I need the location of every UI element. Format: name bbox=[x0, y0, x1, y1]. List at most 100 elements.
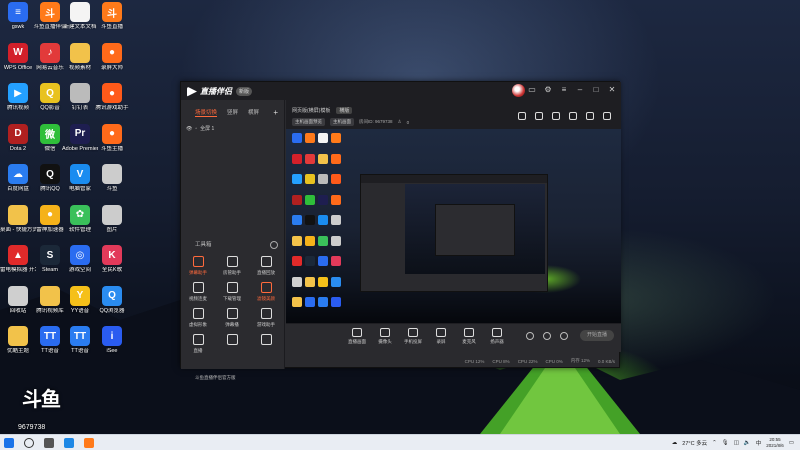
add-scene-icon[interactable]: + bbox=[273, 108, 278, 117]
tool-icon bbox=[260, 282, 272, 293]
tool-item[interactable]: 房管助手 bbox=[215, 256, 249, 276]
desktop-icon[interactable]: ● 腾讯游戏助手 bbox=[94, 83, 130, 121]
eye-icon[interactable]: 👁 bbox=[186, 126, 192, 132]
desktop-icon[interactable]: 图片 bbox=[94, 204, 130, 243]
tab-vertical[interactable]: 竖屏 bbox=[227, 108, 238, 117]
source-control[interactable]: 扬声器 bbox=[483, 328, 511, 345]
taskbar-app-icon[interactable] bbox=[64, 438, 74, 448]
record-icon[interactable] bbox=[526, 332, 534, 340]
desktop-icon[interactable]: ◎ 游戏空间 bbox=[62, 245, 98, 283]
desktop-icon[interactable]: ● 录屏大师 bbox=[94, 42, 130, 81]
search-icon[interactable] bbox=[24, 438, 34, 448]
preview-tab-horizontal[interactable]: 横版 bbox=[336, 107, 353, 114]
tool-label: 下载管理 bbox=[223, 296, 241, 301]
weather-text[interactable]: 27°C 多云 bbox=[682, 439, 707, 447]
chevron-up-icon[interactable]: ⌃ bbox=[712, 440, 717, 446]
share-icon[interactable] bbox=[603, 112, 611, 120]
lock-icon[interactable]: ▫ bbox=[195, 126, 197, 132]
gear-icon[interactable] bbox=[560, 332, 568, 340]
desktop-icon[interactable]: ● 斗鱼主播 bbox=[94, 123, 130, 162]
desktop-icon[interactable]: 视频素材 bbox=[62, 42, 98, 81]
settings-icon[interactable]: ⚙ bbox=[543, 85, 553, 95]
desktop-icon[interactable]: Y YY语音 bbox=[62, 285, 98, 324]
tool-item[interactable]: 虚拟形象 bbox=[181, 308, 215, 328]
tab-scene-switch[interactable]: 场景切换 bbox=[195, 108, 218, 117]
tool-item[interactable]: 弹幕助手 bbox=[181, 256, 215, 276]
message-icon[interactable]: ▭ bbox=[527, 85, 537, 95]
desktop-icon[interactable]: ☁ 百度网盘 bbox=[0, 164, 36, 202]
scene-item[interactable]: 👁 ▫ 全屏 1 bbox=[181, 117, 284, 133]
tool-item[interactable]: 滤镜美颜 bbox=[249, 282, 283, 302]
task-view-icon[interactable] bbox=[44, 438, 54, 448]
tool-item[interactable]: 游戏助手 bbox=[249, 308, 283, 328]
tool-item[interactable]: 直播回放 bbox=[249, 256, 283, 276]
tool-label: 弹幕助手 bbox=[189, 270, 207, 275]
network-icon[interactable]: ◫ bbox=[734, 440, 739, 446]
desktop-icon[interactable]: D Dota 2 bbox=[0, 123, 36, 162]
desktop-app-icon: ♪ bbox=[40, 42, 60, 63]
preview-desktop-icon bbox=[318, 297, 328, 307]
desktop-icon[interactable]: Pr Adobe Premiere bbox=[62, 123, 98, 162]
desktop-icon[interactable]: ✿ 软件管理 bbox=[62, 204, 98, 243]
desktop-icon[interactable]: 新建文本文档 bbox=[62, 2, 98, 40]
desktop-icon[interactable]: K 全民K歌 bbox=[94, 245, 130, 283]
tool-item[interactable]: 下载管理 bbox=[215, 282, 249, 302]
desktop-icon[interactable]: 斗斗鱼直播 bbox=[94, 2, 130, 40]
mic-icon[interactable]: 🎙 bbox=[722, 440, 729, 446]
desktop-icon[interactable]: 回收站 bbox=[0, 285, 36, 324]
preview-desktop-icon bbox=[305, 133, 315, 143]
desktop-icon-label: 斗鱼直播 bbox=[100, 24, 123, 30]
desktop-icon[interactable]: Q QQ浏览器 bbox=[94, 285, 130, 324]
collapse-icon[interactable] bbox=[270, 241, 278, 249]
menu-icon[interactable]: ≡ bbox=[559, 85, 569, 95]
preview-tab-template[interactable]: 网页版(横屏)模板 bbox=[292, 107, 330, 114]
tab-horizontal[interactable]: 横屏 bbox=[248, 108, 259, 117]
tool-item[interactable] bbox=[215, 334, 249, 354]
desktop-app-icon: 斗 bbox=[102, 2, 122, 22]
live-preview[interactable]: 斗鱼 bbox=[286, 129, 621, 323]
tool-label: 直播回放 bbox=[257, 270, 275, 275]
tool-item[interactable]: 弹幕播 bbox=[215, 308, 249, 328]
start-live-button[interactable]: 开始直播 bbox=[580, 330, 614, 341]
desktop-icon[interactable]: ▶ 腾讯视频 bbox=[0, 83, 36, 121]
desktop-icon-label: QQ浏览器 bbox=[99, 307, 125, 314]
user-avatar[interactable] bbox=[512, 84, 525, 97]
start-icon[interactable] bbox=[4, 438, 14, 448]
desktop-icon[interactable]: TT TT语音 bbox=[62, 326, 98, 364]
desktop-icon[interactable]: 优酷主题 bbox=[0, 326, 36, 364]
ime-icon[interactable]: 中 bbox=[756, 439, 762, 447]
desktop-icon[interactable]: 桌面 - 快捷方式 bbox=[0, 204, 36, 243]
room-host-label[interactable]: 主机画面 bbox=[330, 118, 354, 126]
eye-setting-icon[interactable] bbox=[543, 332, 551, 340]
taskbar-douyu-icon[interactable] bbox=[84, 438, 94, 448]
source-control[interactable]: 摄像头 bbox=[371, 328, 399, 345]
desktop-icon[interactable]: ▲ 雷电模拟器 开发平台 bbox=[0, 245, 36, 283]
desktop-icon[interactable]: V 电脑管家 bbox=[62, 164, 98, 202]
tool-item[interactable]: 视频连麦 bbox=[181, 282, 215, 302]
tool-item[interactable] bbox=[249, 334, 283, 354]
desktop-icon[interactable]: i iSee bbox=[94, 326, 130, 364]
tool-item[interactable]: 直播 bbox=[181, 334, 215, 354]
source-control[interactable]: 麦克风 bbox=[455, 328, 483, 345]
title-bar[interactable]: 直播伴侣 新版 ▭ ⚙ ≡ – □ ✕ bbox=[181, 82, 621, 100]
crop-icon[interactable] bbox=[552, 112, 560, 120]
desktop-icon[interactable]: W WPS Office bbox=[0, 42, 36, 81]
layout-icon[interactable] bbox=[518, 112, 526, 120]
clock[interactable]: 20:55 2021/8/6 bbox=[766, 437, 784, 448]
desktop-icon[interactable]: ≡ gswk bbox=[0, 2, 36, 40]
source-control[interactable]: 直播画面 bbox=[343, 328, 371, 345]
room-preview-label[interactable]: 主机画面预览 bbox=[292, 118, 325, 126]
pin-icon[interactable] bbox=[586, 112, 594, 120]
volume-icon[interactable]: 🔈 bbox=[744, 440, 751, 446]
grid-icon[interactable] bbox=[535, 112, 543, 120]
desktop-icon[interactable]: 斗鱼 bbox=[94, 164, 130, 202]
close-button[interactable]: ✕ bbox=[607, 85, 617, 95]
source-control[interactable]: 手机投屏 bbox=[399, 328, 427, 345]
desktop-icon[interactable]: 钉钉表 bbox=[62, 83, 98, 121]
maximize-button[interactable]: □ bbox=[591, 85, 601, 95]
source-control[interactable]: 录屏 bbox=[427, 328, 455, 345]
bell-icon[interactable] bbox=[569, 112, 577, 120]
weather-icon[interactable]: ☁ bbox=[672, 440, 678, 446]
notification-icon[interactable]: ▭ bbox=[789, 440, 794, 446]
minimize-button[interactable]: – bbox=[575, 85, 585, 95]
